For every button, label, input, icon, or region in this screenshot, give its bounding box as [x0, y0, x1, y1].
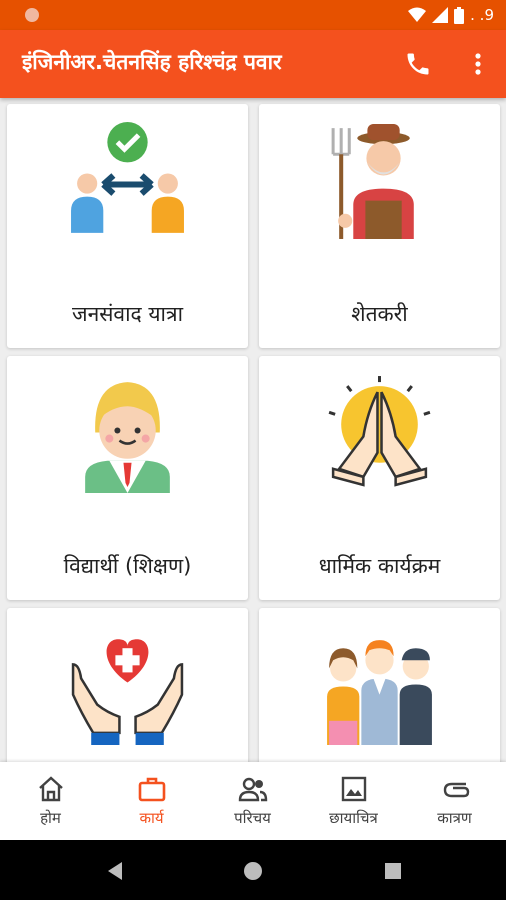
nav-karya[interactable]: कार्य [101, 762, 202, 840]
health-care-hands-icon [71, 639, 184, 745]
people-exchange-icon [71, 122, 184, 233]
battery-icon [454, 6, 465, 24]
card-label: धार्मिक कार्यक्रम [318, 554, 441, 578]
home-circle-icon[interactable] [242, 860, 264, 882]
nav-label: छायाचित्र [329, 809, 378, 827]
nav-chhayachitra[interactable]: छायाचित्र [303, 762, 404, 840]
nav-home[interactable]: होम [0, 762, 101, 840]
status-time: . .9 [470, 6, 494, 24]
nav-label: कात्रण [437, 809, 472, 827]
card-label: जनसंवाद यात्रा [71, 302, 184, 326]
status-bar: . .9 [0, 0, 506, 30]
card-label: शेतकरी [351, 302, 408, 326]
nav-katran[interactable]: कात्रण [404, 762, 505, 840]
card-vidyarthi[interactable]: विद्यार्थी (शिक्षण) [7, 356, 248, 600]
student-icon [85, 382, 170, 493]
signal-icon [432, 7, 449, 23]
system-navigation-bar [0, 840, 506, 900]
nav-label: होम [40, 809, 61, 827]
people-group-icon [327, 640, 432, 745]
notification-dot-icon [25, 8, 39, 22]
home-icon [39, 776, 63, 802]
phone-icon[interactable] [404, 50, 432, 78]
category-grid: जनसंवाद यात्रा शेतकरी विद्यार्थी (शिक्षण… [0, 98, 506, 762]
nav-label: परिचय [234, 809, 271, 827]
card-dharmik-karyakram[interactable]: धार्मिक कार्यक्रम [259, 356, 500, 600]
image-icon [341, 776, 367, 802]
status-icons: . .9 [408, 5, 494, 25]
nav-label: कार्य [139, 809, 164, 827]
bottom-navigation: होम कार्य परिचय छायाचित्र कात्रण [0, 762, 506, 840]
nav-parichay[interactable]: परिचय [202, 762, 303, 840]
more-vert-icon[interactable] [466, 50, 490, 78]
paperclip-icon [443, 782, 470, 798]
card-label: विद्यार्थी (शिक्षण) [63, 554, 192, 578]
app-title: इंजिनीअर.चेतनसिंह हरिश्चंद्र पवार [22, 50, 282, 74]
farmer-icon [331, 124, 414, 239]
card-group[interactable] [259, 608, 500, 762]
card-janasamvad-yatra[interactable]: जनसंवाद यात्रा [7, 104, 248, 348]
wifi-icon [408, 7, 427, 22]
card-shetkari[interactable]: शेतकरी [259, 104, 500, 348]
praying-hands-icon [328, 376, 431, 487]
card-health[interactable] [7, 608, 248, 762]
app-bar: इंजिनीअर.चेतनसिंह हरिश्चंद्र पवार [0, 30, 506, 98]
briefcase-icon [138, 777, 166, 802]
back-icon[interactable] [104, 860, 126, 882]
recents-icon[interactable] [382, 860, 404, 882]
people-icon [238, 777, 268, 802]
